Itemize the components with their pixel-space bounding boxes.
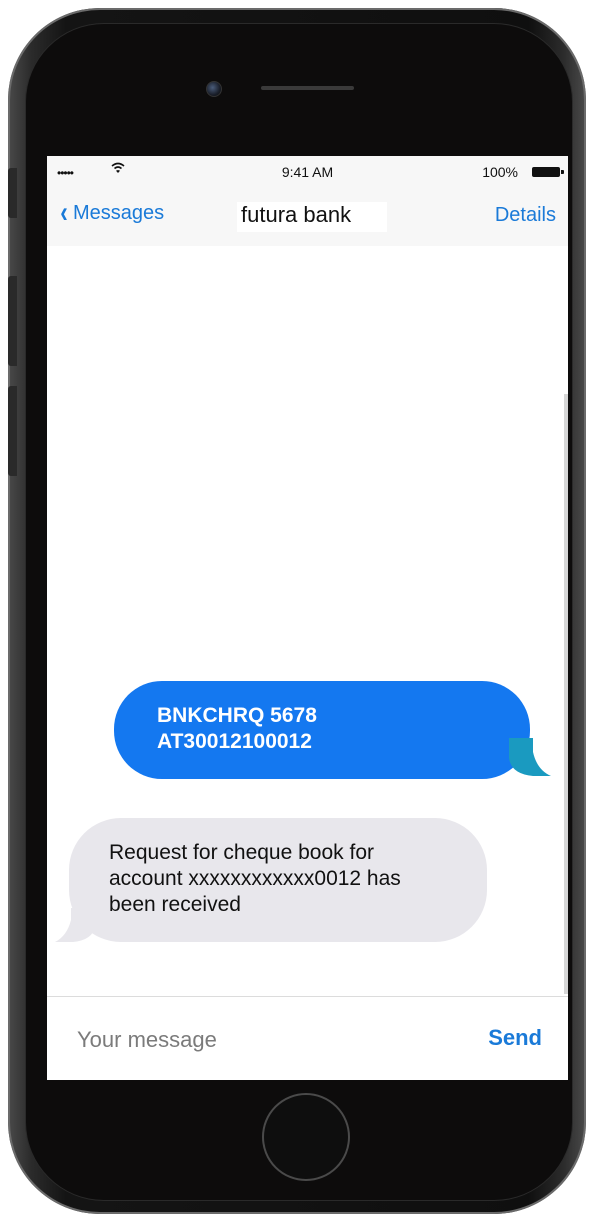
phone-screen: ••••• 9:41 AM 100% ‹ Messages futura ban… (47, 156, 568, 1080)
battery-percentage: 100% (482, 164, 518, 180)
message-line: account xxxxxxxxxxxx0012 has (109, 867, 401, 890)
message-composer: Send (47, 996, 568, 1080)
earpiece-speaker (261, 86, 354, 90)
chevron-left-icon: ‹ (60, 196, 68, 229)
details-button[interactable]: Details (495, 204, 556, 227)
conversation-title: futura bank (237, 202, 387, 232)
volume-up-button (8, 276, 17, 366)
send-button[interactable]: Send (488, 1025, 542, 1051)
status-bar: ••••• 9:41 AM 100% (47, 156, 568, 188)
front-camera (206, 81, 222, 97)
received-message-bubble: Request for cheque book for account xxxx… (69, 818, 487, 942)
sent-bubble-tail (509, 738, 551, 776)
battery-icon (532, 167, 564, 177)
sent-message-bubble: BNKCHRQ 5678 AT30012100012 (114, 681, 530, 779)
message-line: Request for cheque book for (109, 841, 375, 864)
received-bubble-tail (55, 908, 95, 942)
message-line: been received (109, 893, 241, 916)
message-line: BNKCHRQ 5678 (157, 704, 317, 727)
back-button-label: Messages (73, 201, 165, 224)
conversation-header: ‹ Messages futura bank Details (47, 188, 568, 246)
message-input[interactable] (77, 1025, 457, 1055)
home-button[interactable] (262, 1093, 350, 1181)
message-line: AT30012100012 (157, 730, 312, 753)
volume-down-button (8, 386, 17, 476)
scrollbar[interactable] (564, 394, 568, 994)
mute-switch (8, 168, 17, 218)
back-button[interactable]: ‹ Messages (59, 196, 165, 229)
